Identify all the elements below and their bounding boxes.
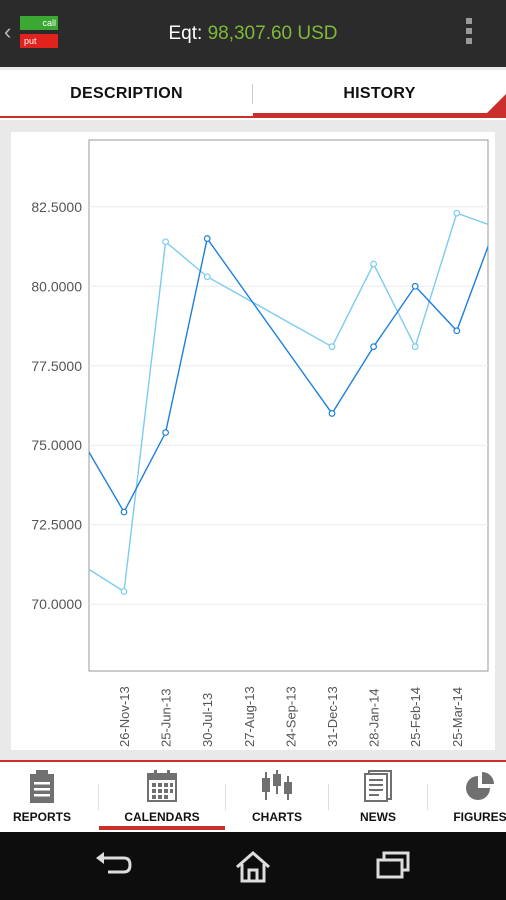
bottom-navigation: REPORTS CALENDARS CHARTS NEWS FIGURES [0, 760, 506, 832]
series-2-point [411, 343, 419, 351]
y-tick-label: 82.5000 [31, 199, 82, 215]
overflow-menu-icon[interactable] [466, 18, 472, 48]
series-2-point [203, 273, 211, 281]
series-1-point [370, 343, 378, 351]
nav-charts-label: CHARTS [252, 810, 302, 824]
plot-area [88, 139, 489, 672]
x-tick-label: 27-Aug-13 [242, 686, 257, 747]
tab-history[interactable]: HISTORY [253, 70, 506, 116]
candlestick-chart-icon [262, 770, 292, 800]
x-tick-label: 25-Jun-13 [159, 688, 174, 747]
nav-calendars-label: CALENDARS [124, 810, 200, 824]
y-tick-label: 80.0000 [31, 278, 82, 294]
series-1-point [328, 410, 336, 417]
series-2-point [120, 588, 128, 595]
history-line-chart[interactable]: 82.5000 80.0000 77.5000 75.0000 72.5000 70.00… [11, 132, 495, 750]
x-tick-label: 28-Jan-14 [367, 688, 382, 747]
x-tick-label: 25-Feb-14 [408, 687, 423, 747]
nav-active-indicator [99, 826, 225, 830]
nav-figures[interactable]: FIGURES [428, 762, 506, 830]
home-icon[interactable] [234, 850, 272, 884]
series-1-point [453, 327, 461, 335]
y-tick-label: 72.5000 [31, 517, 82, 533]
x-tick-label: 30-Jul-13 [200, 693, 215, 747]
recent-apps-icon[interactable] [375, 850, 411, 880]
x-tick-label: 31-Dec-13 [325, 686, 340, 747]
news-icon [364, 770, 392, 802]
series-1-point [120, 508, 128, 516]
nav-figures-label: FIGURES [453, 810, 506, 824]
equity-value: 98,307.60 USD [207, 23, 338, 44]
system-navigation-bar [0, 832, 506, 900]
equity-label: Eqt: [168, 23, 203, 44]
series-2-point [370, 260, 378, 268]
history-chart-panel: 82.5000 80.0000 77.5000 75.0000 72.5000 70.00… [11, 132, 495, 750]
series-2-point [162, 238, 170, 246]
series-2-point [453, 209, 461, 217]
pie-chart-icon [466, 772, 494, 800]
series-1-point [162, 429, 170, 436]
nav-calendars[interactable]: CALENDARS [99, 762, 225, 830]
back-icon[interactable] [94, 850, 132, 878]
nav-news-label: NEWS [360, 810, 396, 824]
nav-reports-label: REPORTS [12, 810, 71, 824]
nav-charts[interactable]: CHARTS [226, 762, 328, 830]
x-tick-label: 26-Nov-13 [117, 686, 132, 747]
x-tick-label: 24-Sep-13 [283, 686, 298, 747]
tab-description[interactable]: DESCRIPTION [0, 70, 253, 116]
x-tick-label: 25-Mar-14 [450, 687, 465, 747]
y-tick-label: 70.0000 [31, 596, 82, 612]
y-tick-label: 77.5000 [31, 358, 82, 374]
action-bar: ‹ call put Eqt: 98,307.60 USD [0, 0, 506, 67]
tab-corner-accent [484, 94, 506, 116]
series-2-point [328, 343, 336, 351]
series-1-point [203, 235, 211, 242]
calendar-icon [147, 770, 177, 802]
reports-icon [30, 770, 54, 803]
tab-active-indicator [253, 113, 506, 118]
nav-reports[interactable]: REPORTS [0, 762, 84, 830]
y-tick-label: 75.0000 [31, 437, 82, 453]
nav-news[interactable]: NEWS [329, 762, 427, 830]
equity-display: Eqt: 98,307.60 USD [0, 23, 506, 45]
series-1-point [411, 282, 419, 290]
tab-bar: DESCRIPTION HISTORY [0, 70, 506, 120]
